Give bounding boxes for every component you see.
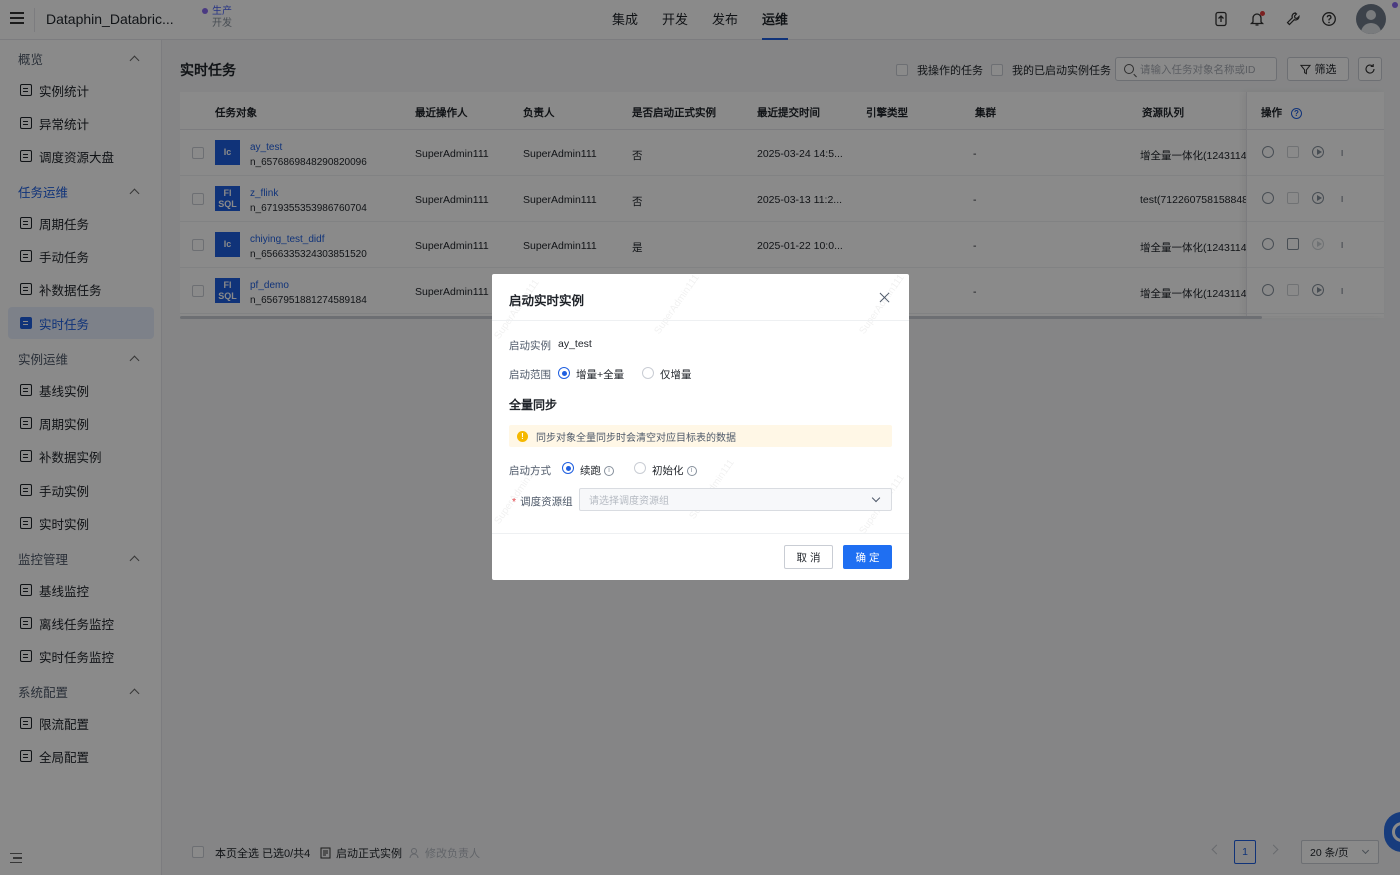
mode-label: 启动方式: [509, 465, 551, 477]
warning-icon: !: [517, 430, 528, 442]
mode-radio-init[interactable]: [634, 462, 646, 474]
resource-group-label-text: 调度资源组: [520, 496, 573, 508]
close-icon[interactable]: [878, 291, 892, 305]
warning-alert: ! 同步对象全量同步时会清空对应目标表的数据: [509, 425, 892, 447]
watermark: SuperAdmin111: [492, 277, 542, 342]
mode-option-label: 初始化: [652, 465, 684, 477]
mode-radio-resume[interactable]: [562, 462, 574, 474]
dialog-title: 启动实时实例: [509, 294, 585, 308]
mode-option-resume[interactable]: 续跑 i: [580, 463, 614, 478]
scope-radio-incremental-only[interactable]: [642, 367, 654, 379]
info-icon[interactable]: i: [686, 466, 697, 477]
watermark: SuperAdmin111: [652, 274, 702, 337]
mode-option-label: 续跑: [580, 465, 601, 477]
scope-option-incremental-only[interactable]: 仅增量: [660, 367, 692, 382]
divider: [492, 533, 909, 534]
warning-text: 同步对象全量同步时会清空对应目标表的数据: [536, 432, 736, 444]
scope-option-full-incremental[interactable]: 增量+全量: [576, 367, 624, 382]
confirm-button[interactable]: 确 定: [843, 545, 892, 569]
scope-radio-full-incremental[interactable]: [558, 367, 570, 379]
instance-value: ay_test: [558, 338, 592, 350]
resource-group-select[interactable]: 请选择调度资源组: [579, 488, 892, 511]
cancel-button[interactable]: 取 消: [784, 545, 833, 569]
instance-label: 启动实例: [509, 340, 551, 352]
info-icon[interactable]: i: [604, 466, 614, 477]
start-realtime-instance-dialog: SuperAdmin111 SuperAdmin111 SuperAdmin11…: [492, 274, 909, 580]
chevron-down-icon: [871, 493, 881, 503]
resource-group-label: * 调度资源组: [512, 494, 573, 509]
mode-option-init[interactable]: 初始化 i: [652, 463, 697, 478]
scope-label: 启动范围: [509, 369, 551, 381]
section-title: 全量同步: [509, 398, 558, 412]
resource-group-placeholder: 请选择调度资源组: [589, 496, 669, 507]
divider: [492, 320, 909, 321]
watermark: SuperAdmin111: [857, 274, 907, 337]
required-mark: *: [512, 496, 517, 508]
